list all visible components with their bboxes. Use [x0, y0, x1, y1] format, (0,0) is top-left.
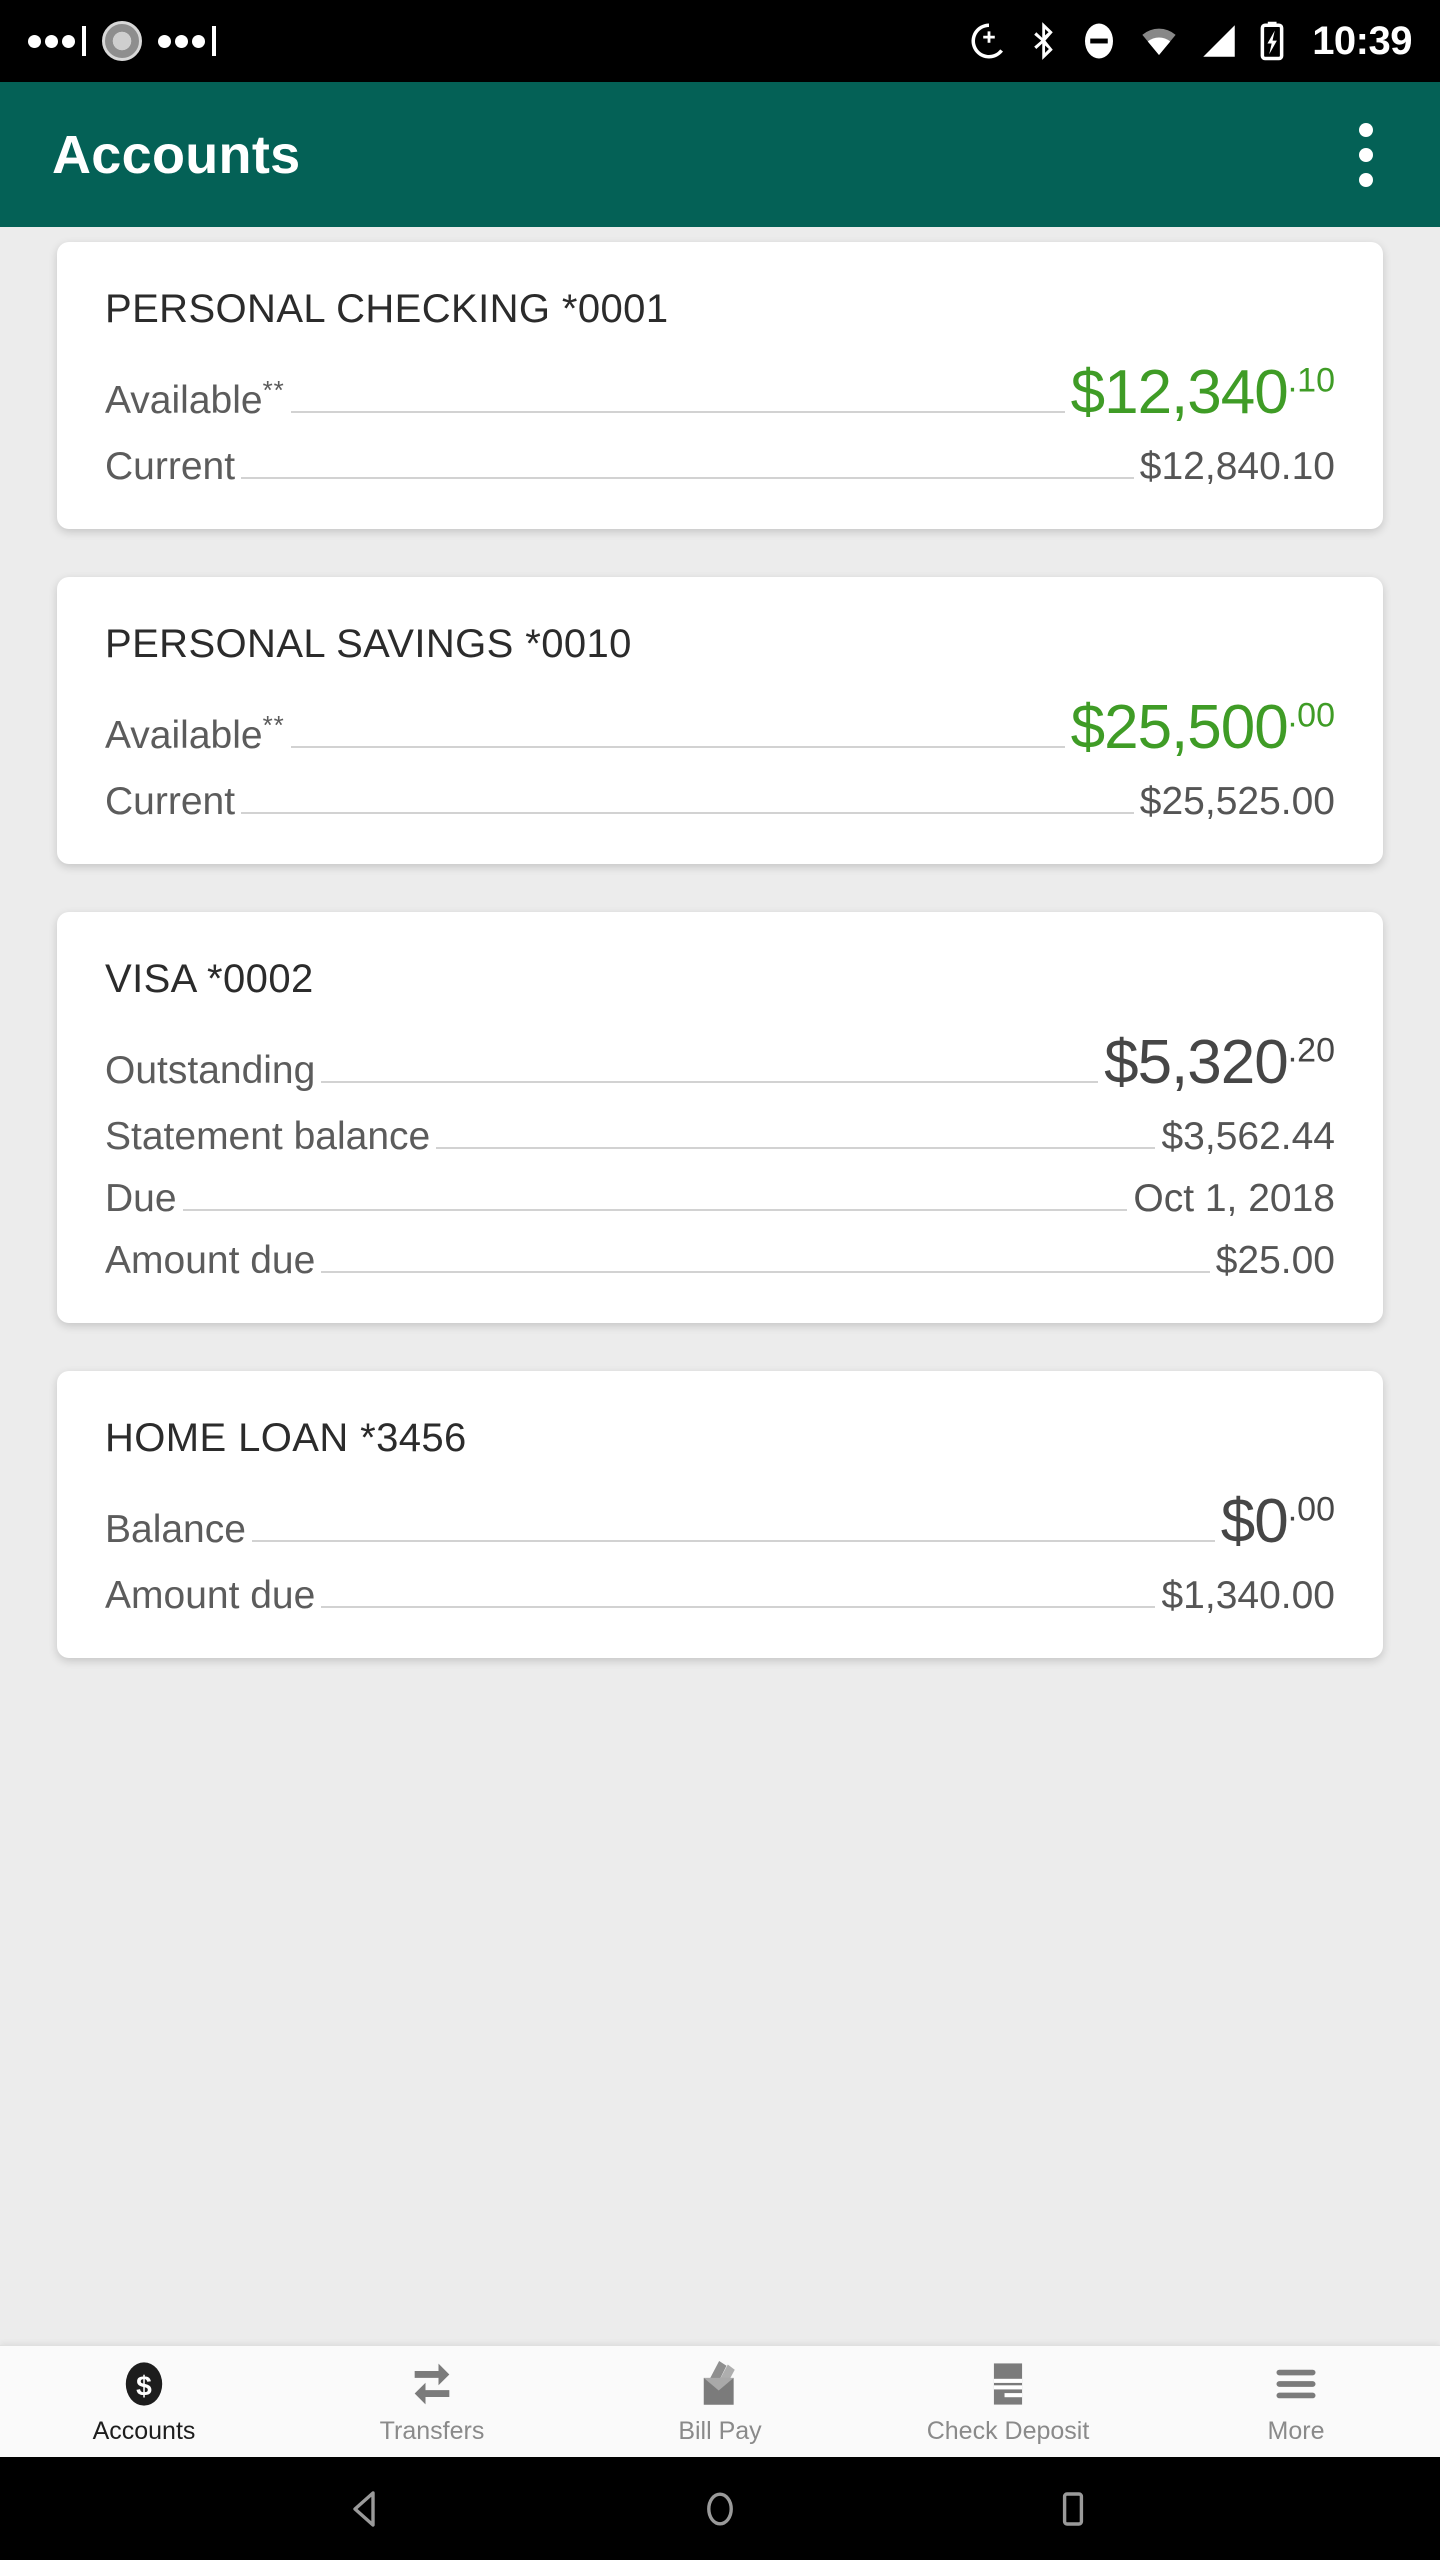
accounts-scroll-area[interactable]: PERSONAL CHECKING *0001 Available** $12,34… — [0, 227, 1440, 2345]
account-card[interactable]: PERSONAL SAVINGS *0010 Available** $25,500… — [57, 577, 1383, 864]
account-title: HOME LOAN *3456 — [105, 1416, 467, 1460]
do-not-disturb-icon — [1085, 23, 1114, 59]
account-card[interactable]: HOME LOAN *3456 Balance $0.00 Amount due $1,… — [57, 1371, 1383, 1658]
battery-charging-icon — [1260, 21, 1284, 61]
tab-label: Bill Pay — [678, 2416, 762, 2445]
gps-location-icon — [971, 23, 1004, 59]
status-bar-right: 10:39 — [968, 19, 1412, 64]
phone-screen: 10:39 Accounts PERSONAL CHECKING *0001 Av… — [0, 0, 1440, 2560]
account-title: PERSONAL CHECKING *0001 — [105, 287, 669, 331]
status-bar-left — [28, 21, 968, 61]
account-detail-row: Outstanding $5,320.20 — [105, 1032, 1335, 1097]
cents-superscript: .20 — [1287, 1031, 1335, 1070]
detail-label: Current — [105, 445, 236, 488]
account-detail-row: Statement balance $3,562.44 — [105, 1115, 1335, 1159]
footnote-marker: ** — [262, 375, 285, 405]
hamburger-menu-icon — [1270, 2358, 1322, 2410]
wifi-icon — [1142, 28, 1176, 55]
account-detail-row: Balance $0.00 — [105, 1491, 1335, 1556]
leader-line — [241, 812, 1134, 814]
detail-value: $3,562.44 — [1161, 1115, 1335, 1158]
tab-label: Accounts — [92, 2416, 196, 2445]
home-circle-icon[interactable] — [696, 2485, 744, 2533]
account-detail-row: Available** $25,500.00 — [105, 697, 1335, 762]
account-detail-row: Amount due $25.00 — [105, 1239, 1335, 1283]
app-bar: Accounts — [0, 82, 1440, 227]
detail-value: $1,340.00 — [1161, 1574, 1335, 1617]
detail-value: $12,840.10 — [1139, 445, 1335, 488]
detail-value: $12,340.10 — [1070, 358, 1335, 427]
account-detail-row: Available** $12,340.10 — [105, 362, 1335, 427]
leader-line — [241, 477, 1134, 479]
detail-label: Available** — [105, 710, 285, 757]
cents-superscript: .00 — [1287, 696, 1335, 735]
detail-label: Due — [105, 1177, 177, 1220]
tab-more[interactable]: More — [1152, 2358, 1440, 2446]
leader-line — [321, 1606, 1156, 1608]
bottom-tab-bar: $ Accounts Transfers Bill Pay Check Depo… — [0, 2345, 1440, 2457]
detail-value: $0.00 — [1220, 1487, 1335, 1556]
notification-dots-icon — [158, 26, 216, 56]
accounts-list: PERSONAL CHECKING *0001 Available** $12,34… — [0, 242, 1440, 1658]
cents-superscript: .00 — [1287, 1490, 1335, 1529]
detail-label: Current — [105, 780, 236, 823]
leader-line — [251, 1540, 1215, 1542]
tab-bill-pay[interactable]: Bill Pay — [576, 2358, 864, 2446]
account-card[interactable]: PERSONAL CHECKING *0001 Available** $12,34… — [57, 242, 1383, 529]
detail-label: Amount due — [105, 1239, 316, 1282]
tab-check-deposit[interactable]: Check Deposit — [864, 2358, 1152, 2446]
check-document-icon — [982, 2358, 1034, 2410]
notification-dots-icon — [28, 26, 86, 56]
detail-value: $25.00 — [1215, 1239, 1335, 1282]
recents-square-icon[interactable] — [1049, 2485, 1097, 2533]
transfer-arrows-icon — [406, 2358, 458, 2410]
leader-line — [290, 411, 1065, 413]
footnote-marker: ** — [262, 710, 285, 740]
detail-value: $25,525.00 — [1139, 780, 1335, 823]
status-bar-clock: 10:39 — [1312, 18, 1412, 63]
tab-transfers[interactable]: Transfers — [288, 2358, 576, 2446]
detail-value: $25,500.00 — [1070, 693, 1335, 762]
detail-label: Available** — [105, 375, 285, 422]
cell-signal-icon — [1203, 25, 1235, 57]
leader-line — [436, 1147, 1156, 1149]
svg-text:$: $ — [136, 2370, 152, 2401]
settings-gear-icon — [102, 21, 142, 61]
account-detail-row: Current $12,840.10 — [105, 445, 1335, 489]
account-detail-row: Amount due $1,340.00 — [105, 1574, 1335, 1618]
tab-label: Transfers — [379, 2416, 485, 2445]
detail-value: $5,320.20 — [1104, 1028, 1335, 1097]
detail-label: Outstanding — [105, 1049, 316, 1092]
account-detail-row: Current $25,525.00 — [105, 780, 1335, 824]
detail-label: Balance — [105, 1508, 246, 1551]
bluetooth-icon — [1034, 22, 1053, 60]
cents-superscript: .10 — [1287, 361, 1335, 400]
account-card[interactable]: VISA *0002 Outstanding $5,320.20 Statement … — [57, 912, 1383, 1323]
account-detail-row: Due Oct 1, 2018 — [105, 1177, 1335, 1221]
leader-line — [290, 746, 1065, 748]
detail-value: Oct 1, 2018 — [1133, 1177, 1335, 1220]
detail-label: Statement balance — [105, 1115, 431, 1158]
tab-label: More — [1267, 2416, 1325, 2445]
leader-line — [321, 1081, 1099, 1083]
page-title: Accounts — [52, 124, 301, 185]
dollar-coin-icon: $ — [118, 2358, 170, 2410]
tab-accounts[interactable]: $ Accounts — [0, 2358, 288, 2446]
overflow-menu-icon[interactable] — [1347, 109, 1385, 201]
status-bar: 10:39 — [0, 0, 1440, 82]
account-title: PERSONAL SAVINGS *0010 — [105, 622, 632, 666]
leader-line — [321, 1271, 1210, 1273]
leader-line — [182, 1209, 1128, 1211]
account-title: VISA *0002 — [105, 957, 314, 1001]
tab-label: Check Deposit — [926, 2416, 1090, 2445]
envelope-check-icon — [694, 2358, 746, 2410]
detail-label: Amount due — [105, 1574, 316, 1617]
back-triangle-icon[interactable] — [343, 2485, 391, 2533]
android-navigation-bar — [0, 2457, 1440, 2560]
